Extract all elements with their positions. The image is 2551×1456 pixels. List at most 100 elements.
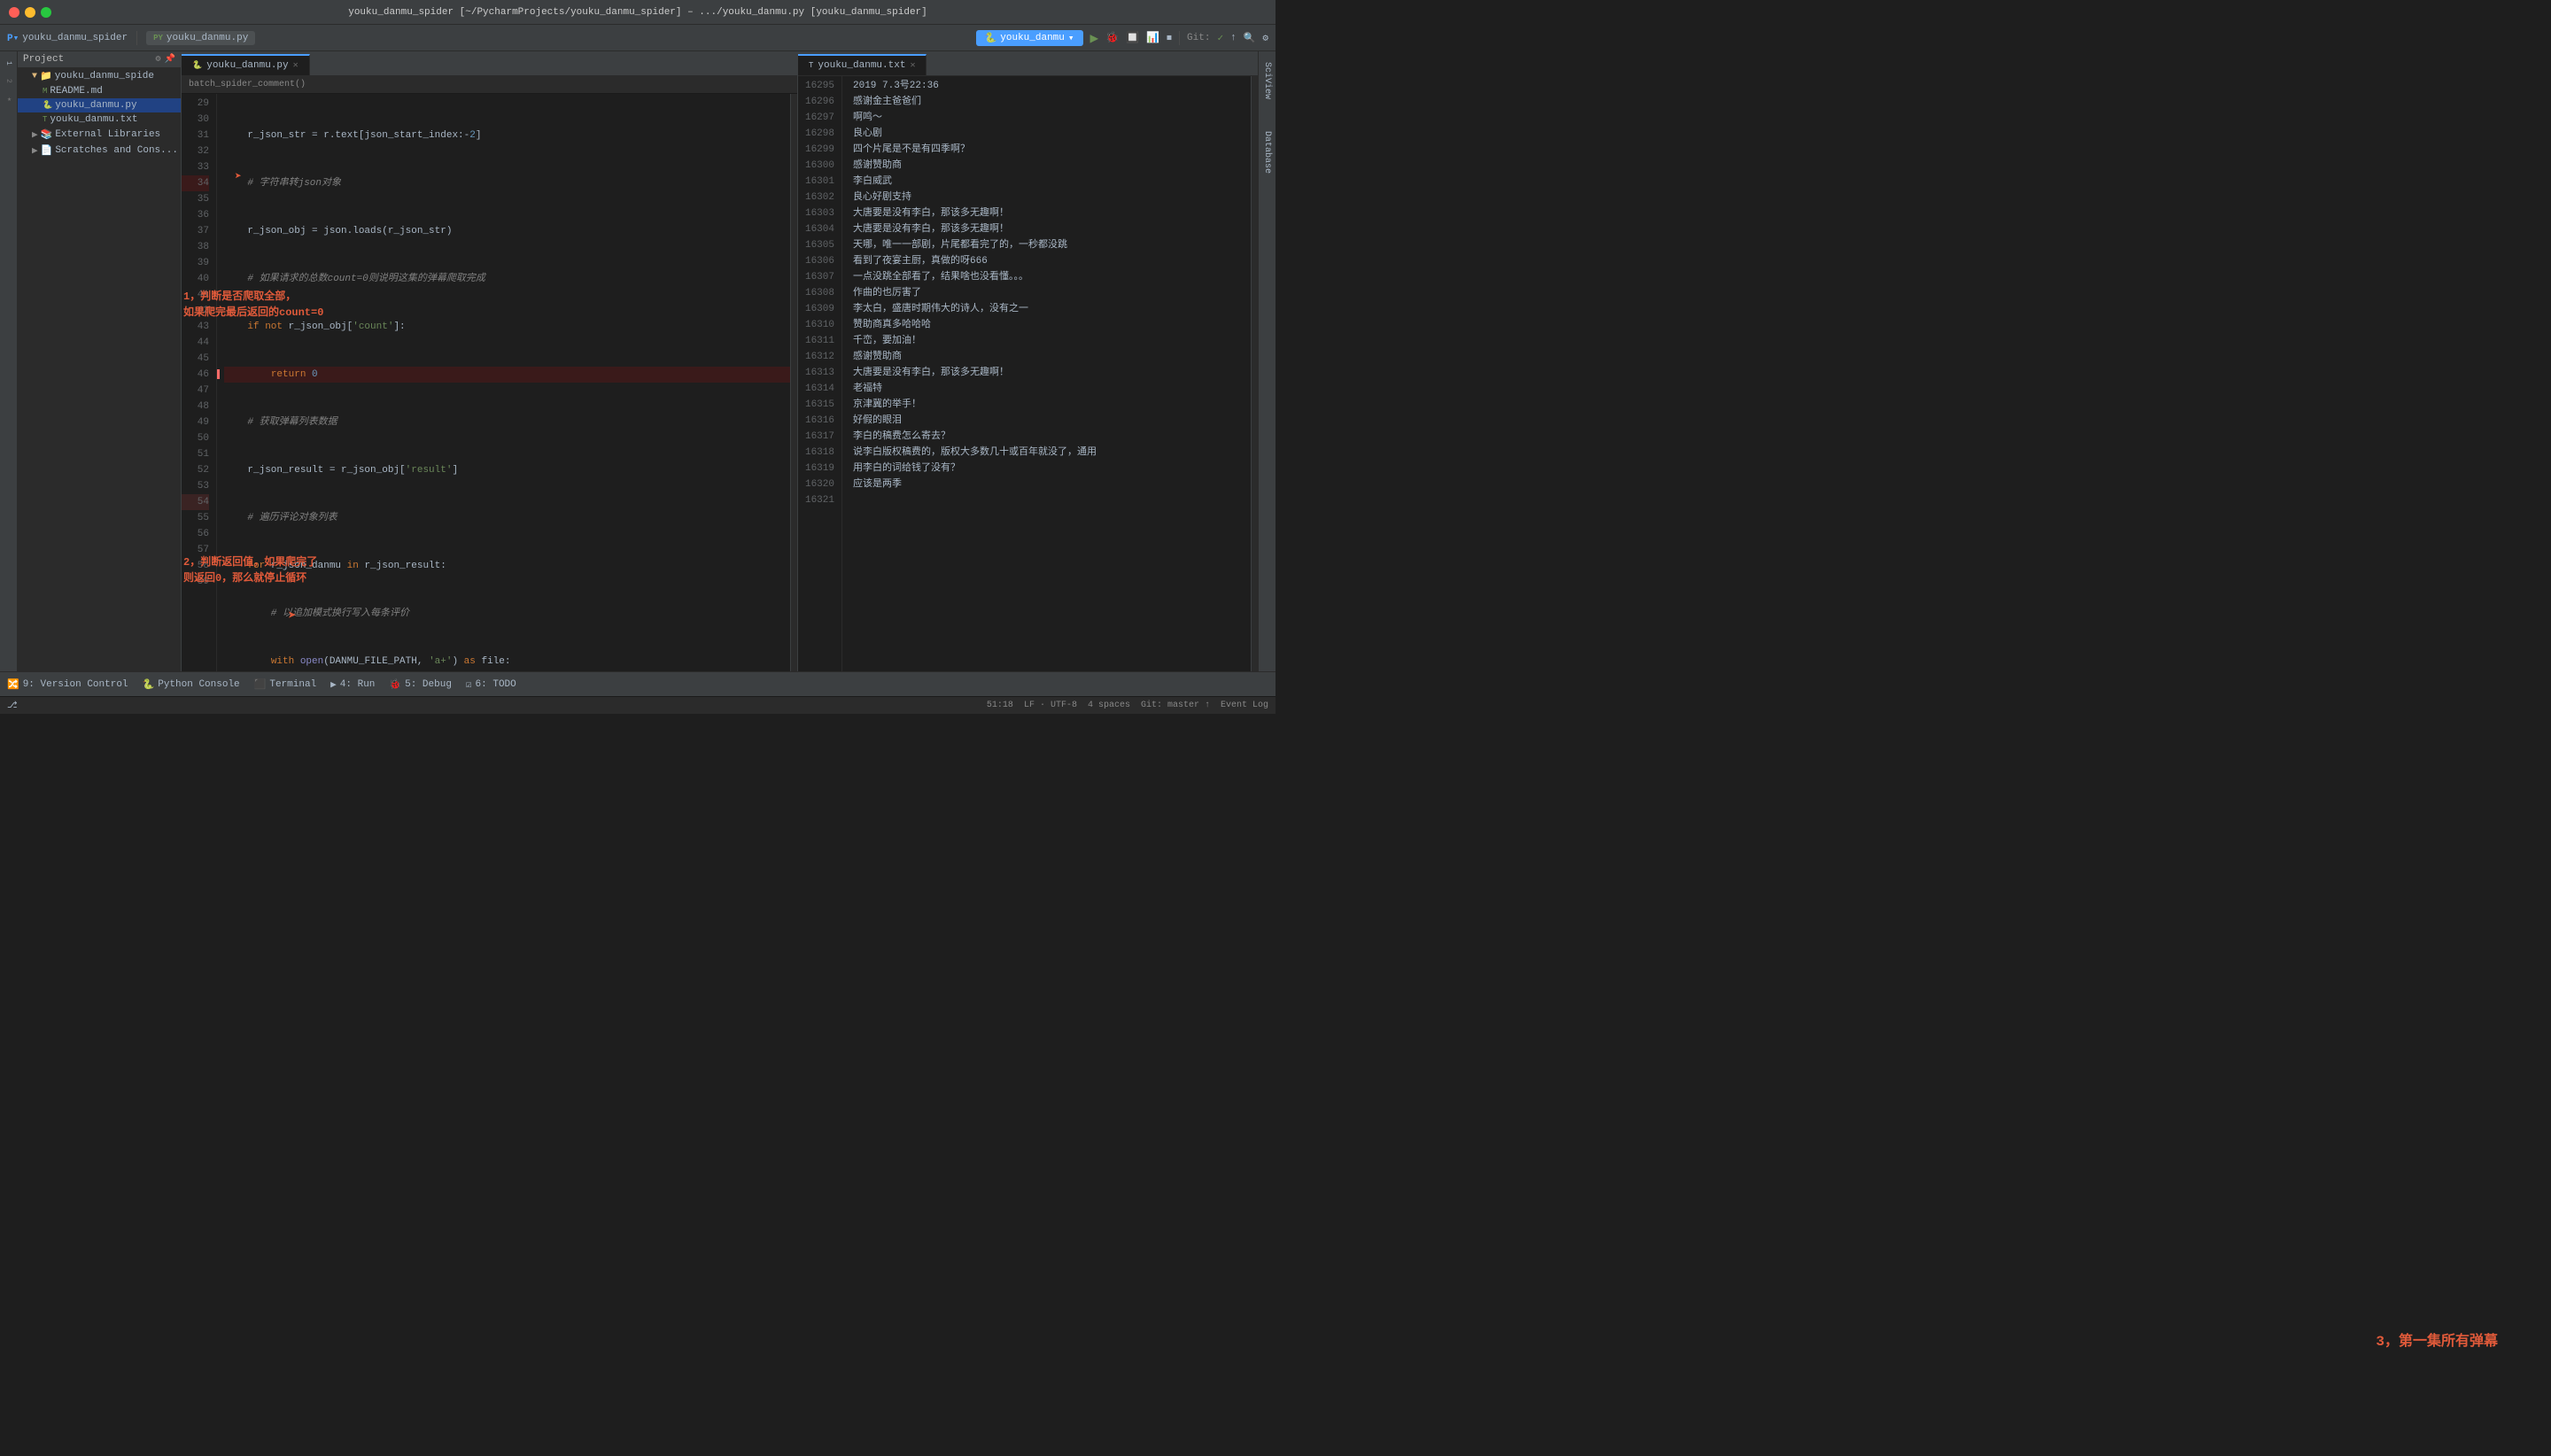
txt-line-23: 李白的稿费怎么寄去？	[853, 429, 1251, 445]
encoding-status[interactable]: LF · UTF-8	[1024, 701, 1077, 710]
project-label[interactable]: P▾ youku_danmu_spider	[7, 32, 128, 44]
sidebar-icon-structure[interactable]: 2	[1, 73, 17, 89]
event-log-item[interactable]: Event Log	[1221, 701, 1268, 710]
sidebar-icon-favorites[interactable]: ★	[1, 90, 17, 106]
txt-line-21: 京津冀的举手！	[853, 397, 1251, 413]
python-console-icon: 🐍	[143, 678, 155, 691]
code-line-35: # 获取弹幕列表数据	[224, 414, 790, 430]
debug-item[interactable]: 🐞 5: Debug	[389, 678, 452, 691]
tree-item-py[interactable]: 🐍 youku_danmu.py	[18, 98, 181, 112]
tab-py-label: youku_danmu.py	[206, 60, 288, 71]
ext-libs-icon2: 📚	[41, 128, 53, 141]
git-status[interactable]: ⎇	[7, 701, 18, 711]
editor-tab-py[interactable]: 🐍 youku_danmu.py ✕	[182, 54, 310, 75]
git-up-icon[interactable]: ↑	[1230, 33, 1237, 43]
line-num-39: 39	[182, 255, 209, 271]
line-num-56: 56	[182, 526, 209, 542]
txt-ln-16301: 16301	[798, 174, 834, 190]
close-button[interactable]	[9, 7, 19, 18]
txt-ln-16314: 16314	[798, 381, 834, 397]
sciview-icon[interactable]: SciView	[1260, 55, 1274, 106]
tree-item-scratches[interactable]: ▶ 📄 Scratches and Cons...	[18, 143, 181, 159]
code-line-30: # 字符串转json对象	[224, 175, 790, 191]
minimize-button[interactable]	[25, 7, 35, 18]
tree-item-txt[interactable]: T youku_danmu.txt	[18, 112, 181, 127]
line-num-52: 52	[182, 462, 209, 478]
maximize-button[interactable]	[41, 7, 51, 18]
line-num-57: 57	[182, 542, 209, 558]
root-folder-icon: 📁	[40, 70, 52, 82]
line-num-53: 53	[182, 478, 209, 494]
line-num-32: 32	[182, 143, 209, 159]
line-num-40: 40	[182, 271, 209, 287]
project-panel-header: Project ⚙ 📌	[18, 51, 181, 68]
code-content[interactable]: r_json_str = r.text[json_start_index:-2]…	[217, 94, 790, 671]
tab-py-close[interactable]: ✕	[293, 60, 299, 71]
git-check-icon[interactable]: ✓	[1217, 32, 1223, 44]
sidebar-icon-project[interactable]: 1	[1, 55, 17, 71]
line-num-34: 34	[182, 175, 209, 191]
line-num-33: 33	[182, 159, 209, 175]
profile-button[interactable]: 📊	[1146, 31, 1159, 44]
txt-line-22: 好假的眼泪	[853, 413, 1251, 429]
tab-txt-icon: T	[809, 61, 813, 70]
tab-txt-close[interactable]: ✕	[910, 60, 915, 71]
project-icon: P▾	[7, 32, 19, 44]
txt-line-14: 作曲的也厉害了	[853, 285, 1251, 301]
editor-scroll-wrapper[interactable]: 29 30 31 32 33 34 35 36 37 38 39 40 41 4…	[182, 94, 797, 671]
titlebar: youku_danmu_spider [~/PycharmProjects/yo…	[0, 0, 1276, 25]
panel-header-icons[interactable]: ⚙ 📌	[156, 54, 175, 65]
python-console-item[interactable]: 🐍 Python Console	[143, 678, 240, 691]
search-icon[interactable]: 🔍	[1244, 32, 1256, 44]
tree-root-folder[interactable]: ▼ 📁 youku_danmu_spide	[18, 68, 181, 84]
right-minimap[interactable]	[1251, 76, 1258, 671]
terminal-icon: ⬛	[254, 678, 267, 691]
txt-ln-16311: 16311	[798, 333, 834, 349]
txt-line-8: 良心好剧支持	[853, 190, 1251, 205]
settings-icon[interactable]: ⚙	[1262, 32, 1268, 44]
code-line-40: with open(DANMU_FILE_PATH, 'a+') as file…	[224, 654, 790, 670]
txt-ln-16303: 16303	[798, 205, 834, 221]
todo-label: 6: TODO	[476, 679, 516, 690]
panel-pin-icon[interactable]: 📌	[165, 54, 175, 65]
folder-icon: ▼	[32, 72, 37, 81]
run-config-dropdown[interactable]: 🐍 youku_danmu ▾	[976, 30, 1083, 46]
git-branch-status[interactable]: Git: master ↑	[1141, 701, 1210, 710]
line-num-35: 35	[182, 191, 209, 207]
panel-settings-icon[interactable]: ⚙	[156, 54, 161, 65]
stop-button[interactable]: ⏹	[1167, 32, 1172, 44]
run-button[interactable]: ▶	[1090, 29, 1099, 47]
minimap[interactable]	[790, 94, 797, 671]
tree-item-txt-label: youku_danmu.txt	[50, 114, 137, 125]
bottom-toolbar: 🔀 9: Version Control 🐍 Python Console ⬛ …	[0, 671, 1276, 696]
todo-item[interactable]: ☑ 6: TODO	[466, 678, 516, 691]
txt-line-15: 李太白，盛唐时期伟大的诗人，没有之一	[853, 301, 1251, 317]
code-line-32: # 如果请求的总数count=0则说明这集的弹幕爬取完成	[224, 271, 790, 287]
tree-item-readme[interactable]: M README.md	[18, 84, 181, 98]
editor-tab-txt[interactable]: T youku_danmu.txt ✕	[798, 54, 927, 75]
file-tab-py[interactable]: PY youku_danmu.py	[146, 31, 255, 45]
line-num-44: 44	[182, 335, 209, 351]
window-controls[interactable]	[9, 7, 51, 18]
run-item[interactable]: ▶ 4: Run	[330, 678, 375, 691]
right-panel-content: 16295 16296 16297 16298 16299 16300 1630…	[798, 76, 1258, 671]
txt-ln-16309: 16309	[798, 301, 834, 317]
terminal-item[interactable]: ⬛ Terminal	[254, 678, 317, 691]
txt-ln-16295: 16295	[798, 78, 834, 94]
run-label: 4: Run	[340, 679, 376, 690]
line-num-43: 43	[182, 319, 209, 335]
line-num-38: 38	[182, 239, 209, 255]
debug-button[interactable]: 🐞	[1105, 31, 1119, 44]
tree-item-ext-libs[interactable]: ▶ 📚 External Libraries	[18, 127, 181, 143]
database-icon[interactable]: Database	[1260, 124, 1274, 181]
run-config-label: youku_danmu	[1000, 33, 1065, 43]
code-line-33: if not r_json_obj['count']:	[224, 319, 790, 335]
coverage-button[interactable]: 🔲	[1126, 31, 1139, 44]
line-num-58: 58	[182, 558, 209, 574]
version-control-item[interactable]: 🔀 9: Version Control	[7, 678, 128, 691]
project-name: youku_danmu_spider	[22, 33, 128, 43]
line-num-41: 41	[182, 287, 209, 303]
txt-ln-16296: 16296	[798, 94, 834, 110]
spaces-status[interactable]: 4 spaces	[1088, 701, 1130, 710]
py-icon: PY	[153, 34, 163, 43]
